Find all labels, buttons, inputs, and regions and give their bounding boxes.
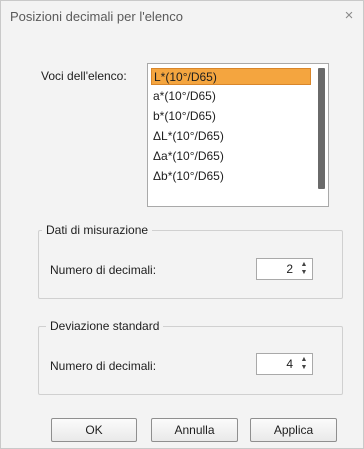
dialog-window: Posizioni decimali per l'elenco × Voci d… bbox=[0, 0, 364, 449]
scroll-thumb[interactable] bbox=[318, 68, 325, 189]
apply-button[interactable]: Applica bbox=[250, 418, 337, 442]
list-entries-listbox[interactable]: L*(10°/D65) a*(10°/D65) b*(10°/D65) ΔL*(… bbox=[147, 63, 329, 207]
list-item[interactable]: L*(10°/D65) bbox=[151, 68, 311, 85]
chevron-up-icon[interactable]: ▲ bbox=[300, 356, 308, 364]
list-item[interactable]: b*(10°/D65) bbox=[151, 108, 216, 125]
cancel-button[interactable]: Annulla bbox=[151, 418, 238, 442]
list-item[interactable]: ΔL*(10°/D65) bbox=[151, 128, 224, 145]
spin-value: 2 bbox=[286, 262, 293, 276]
list-item[interactable]: a*(10°/D65) bbox=[151, 88, 216, 105]
deviation-decimals-stepper[interactable]: 4 ▲ ▼ bbox=[256, 353, 313, 375]
chevron-down-icon[interactable]: ▼ bbox=[300, 364, 308, 372]
title-bar: Posizioni decimali per l'elenco × bbox=[1, 1, 363, 33]
list-item[interactable]: Δa*(10°/D65) bbox=[151, 148, 224, 165]
ok-button[interactable]: OK bbox=[51, 418, 137, 442]
deviation-group-legend: Deviazione standard bbox=[46, 319, 164, 333]
chevron-up-icon[interactable]: ▲ bbox=[300, 261, 308, 269]
measurement-group-legend: Dati di misurazione bbox=[42, 223, 153, 237]
deviation-decimals-label: Numero di decimali: bbox=[50, 359, 157, 373]
measurement-decimals-stepper[interactable]: 2 ▲ ▼ bbox=[256, 258, 313, 280]
list-item[interactable]: Δb*(10°/D65) bbox=[151, 168, 224, 185]
close-icon[interactable]: × bbox=[339, 6, 359, 26]
chevron-down-icon[interactable]: ▼ bbox=[300, 269, 308, 277]
list-label: Voci dell'elenco: bbox=[41, 69, 127, 83]
list-scrollbar[interactable] bbox=[317, 66, 326, 202]
measurement-decimals-label: Numero di decimali: bbox=[50, 263, 157, 277]
dialog-title: Posizioni decimali per l'elenco bbox=[10, 9, 184, 24]
spin-value: 4 bbox=[286, 357, 293, 371]
